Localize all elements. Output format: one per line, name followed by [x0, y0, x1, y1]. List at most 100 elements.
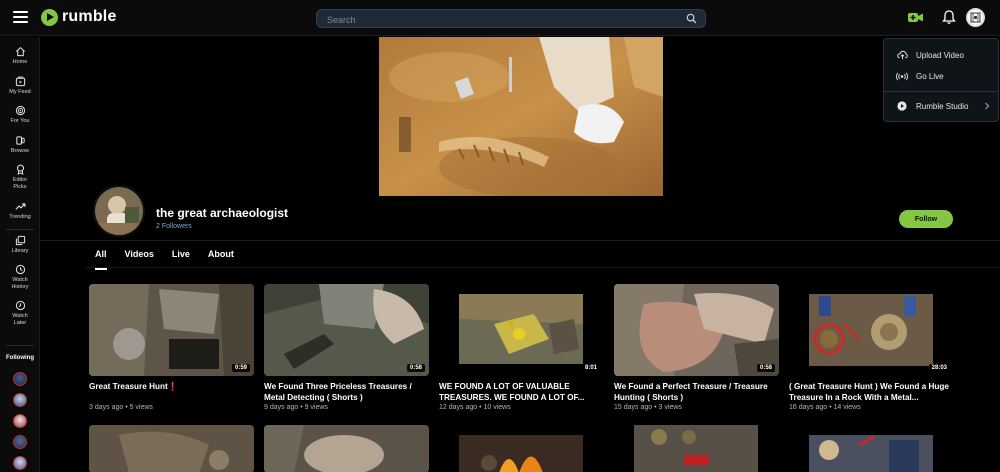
channel-banner — [379, 37, 663, 196]
bell-icon[interactable] — [942, 9, 956, 25]
channel-tabs: All Videos Live About — [86, 243, 243, 270]
video-title[interactable]: ( Great Treasure Hunt ) We Found a Huge … — [789, 381, 954, 403]
video-card[interactable]: 28:03 ( Great Treasure Hunt ) We Found a… — [789, 284, 954, 411]
channel-name: the great archaeologist — [156, 206, 289, 220]
video-title[interactable]: Great Treasure Hunt❗ — [89, 381, 254, 403]
following-channel-avatar[interactable] — [13, 414, 27, 428]
video-meta: 12 days ago • 10 views — [439, 404, 511, 411]
video-title[interactable]: We Found Three Priceless Treasures / Met… — [264, 381, 429, 403]
go-live-menu-item[interactable]: Go Live — [884, 66, 1000, 86]
follower-count: 2 Followers — [156, 223, 192, 230]
video-meta: 16 days ago • 14 views — [789, 404, 861, 411]
following-channel-avatar[interactable] — [13, 456, 27, 470]
sidebar-item-my-feed[interactable]: My Feed — [0, 76, 40, 96]
sidebar-item-trending[interactable]: Trending — [0, 201, 40, 221]
video-card[interactable]: 0:58 We Found Three Priceless Treasures … — [264, 284, 429, 411]
video-thumbnail[interactable] — [89, 425, 254, 472]
browse-icon — [15, 136, 25, 145]
home-icon — [15, 46, 25, 57]
trending-icon — [15, 203, 25, 210]
search-icon[interactable] — [686, 13, 697, 24]
following-channel-avatar[interactable] — [13, 435, 27, 449]
watch-later-icon — [15, 300, 25, 311]
sidebar-item-browse[interactable]: Browse — [0, 135, 40, 155]
video-thumbnail[interactable] — [264, 425, 429, 472]
sidebar-divider — [6, 345, 34, 346]
thumbnail-image — [439, 425, 604, 472]
rumble-channel-page: rumble Home My Feed For You Browse — [0, 0, 1000, 472]
menu-item-label: Rumble Studio — [916, 101, 969, 111]
upload-video-menu-item[interactable]: Upload Video — [884, 45, 1000, 65]
tab-live[interactable]: Live — [163, 243, 199, 267]
video-duration: 0:58 — [756, 364, 775, 372]
video-card[interactable]: 0:58 We Found a Perfect Treasure / Treas… — [614, 284, 779, 411]
video-duration: 0:58 — [406, 364, 425, 372]
following-channel-avatar[interactable] — [13, 372, 27, 386]
tabs-divider — [86, 267, 1000, 268]
library-icon — [15, 235, 25, 246]
video-thumbnail[interactable]: 0:58 — [614, 284, 779, 376]
sidebar-item-editor-picks[interactable]: Editor Picks — [0, 164, 40, 190]
thumbnail-image — [789, 425, 954, 472]
menu-item-label: Upload Video — [916, 50, 964, 60]
tab-videos[interactable]: Videos — [116, 243, 163, 267]
upload-video-icon[interactable] — [907, 9, 924, 26]
following-channel-avatar[interactable] — [13, 393, 27, 407]
sidebar-item-watch-later[interactable]: Watch Later — [0, 300, 40, 326]
studio-icon — [896, 101, 908, 111]
thumbnail-image — [789, 284, 954, 376]
video-thumbnail[interactable] — [439, 425, 604, 472]
search-bar — [316, 9, 706, 29]
banner-image — [379, 37, 663, 196]
thumbnail-image — [614, 425, 779, 472]
search-input[interactable] — [317, 11, 657, 29]
menu-icon[interactable] — [13, 11, 28, 23]
sidebar-item-label: Browse — [10, 148, 30, 154]
video-duration: 28:03 — [928, 364, 950, 372]
live-icon — [896, 72, 908, 81]
feed-icon — [15, 76, 25, 87]
video-duration: 8:01 — [581, 364, 600, 372]
thumbnail-image — [264, 425, 429, 472]
user-avatar[interactable] — [966, 8, 985, 27]
video-title[interactable]: We Found a Perfect Treasure / Treasure H… — [614, 381, 779, 403]
sidebar-item-library[interactable]: Library — [0, 235, 40, 255]
rumble-logo[interactable]: rumble — [41, 8, 117, 26]
sidebar-item-label: Watch Later — [12, 313, 28, 326]
video-title[interactable]: WE FOUND A LOT OF VALUABLE TREASURES. WE… — [439, 381, 604, 403]
channel-avatar-image — [95, 187, 143, 235]
video-thumbnail[interactable]: 0:59 — [89, 284, 254, 376]
sidebar-divider — [6, 229, 34, 230]
video-thumbnail[interactable]: 28:03 — [789, 284, 954, 376]
sidebar-item-home[interactable]: Home — [0, 46, 40, 66]
video-card[interactable]: 0:59 Great Treasure Hunt❗ 3 days ago • 5… — [89, 284, 254, 411]
channel-avatar[interactable] — [93, 185, 145, 237]
sidebar-item-label: Library — [11, 248, 29, 254]
follow-button[interactable]: Follow — [899, 210, 953, 228]
thumbnail-image — [264, 284, 429, 376]
sidebar-item-for-you[interactable]: For You — [0, 105, 40, 125]
for-you-icon — [15, 105, 25, 116]
sidebar-item-label: Editor Picks — [12, 177, 28, 190]
video-thumbnail[interactable] — [789, 425, 954, 472]
menu-divider — [884, 91, 998, 92]
editor-picks-icon — [16, 164, 24, 175]
video-card[interactable]: 8:01 WE FOUND A LOT OF VALUABLE TREASURE… — [439, 284, 604, 411]
top-bar: rumble — [0, 0, 1000, 36]
avatar-glyph-icon — [970, 12, 981, 23]
tab-all[interactable]: All — [86, 243, 116, 270]
video-meta: 9 days ago • 9 views — [264, 404, 328, 411]
video-thumbnail[interactable] — [614, 425, 779, 472]
video-thumbnail[interactable]: 0:58 — [264, 284, 429, 376]
video-thumbnail[interactable]: 8:01 — [439, 284, 604, 376]
sidebar-item-label: Trending — [9, 214, 31, 220]
tab-about[interactable]: About — [199, 243, 243, 267]
rumble-studio-menu-item[interactable]: Rumble Studio — [884, 96, 1000, 116]
video-meta: 3 days ago • 5 views — [89, 404, 153, 411]
upload-menu: Upload Video Go Live Rumble Studio — [883, 38, 999, 122]
menu-item-label: Go Live — [916, 71, 944, 81]
thumbnail-image — [89, 284, 254, 376]
sidebar-item-label: My Feed — [9, 89, 31, 95]
sidebar-item-label: For You — [10, 118, 30, 124]
sidebar-item-watch-history[interactable]: Watch History — [0, 264, 40, 290]
